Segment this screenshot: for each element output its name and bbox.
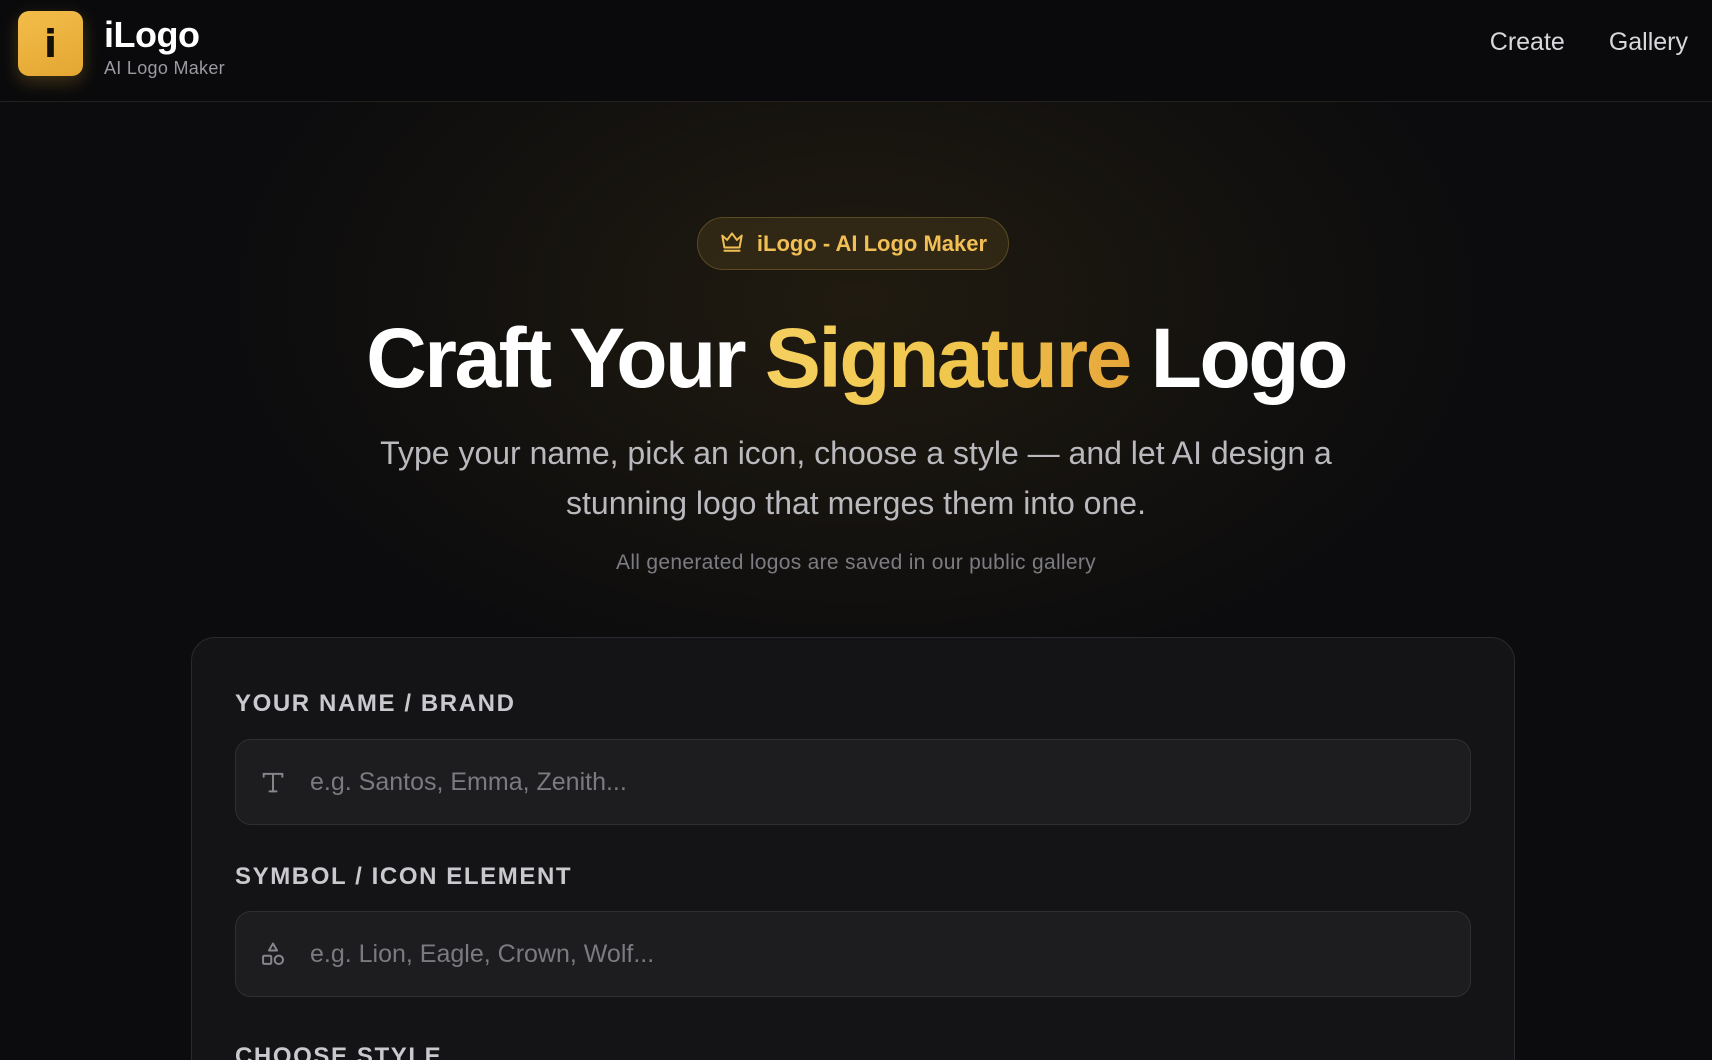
nav-create-link[interactable]: Create <box>1490 28 1565 57</box>
hero-title-part1: Craft Your <box>366 311 746 405</box>
logo-letter: i <box>43 21 58 66</box>
app-logo[interactable]: i <box>18 11 83 76</box>
nav-gallery-link[interactable]: Gallery <box>1609 28 1688 57</box>
shapes-icon <box>236 940 306 968</box>
top-header: i iLogo AI Logo Maker Create Gallery <box>0 0 1712 102</box>
name-field-label: YOUR NAME / BRAND <box>235 690 516 717</box>
name-input-wrapper[interactable] <box>235 739 1471 825</box>
symbol-input-wrapper[interactable] <box>235 911 1471 997</box>
badge-text: iLogo - AI Logo Maker <box>756 230 988 256</box>
app-title[interactable]: iLogo <box>104 14 200 56</box>
app-subtitle: AI Logo Maker <box>104 58 225 78</box>
hero-description: Type your name, pick an icon, choose a s… <box>380 435 1332 521</box>
page: i iLogo AI Logo Maker Create Gallery iLo… <box>0 0 1712 1060</box>
style-field-label: CHOOSE STYLE <box>235 1043 443 1060</box>
hero-title-accent: Signature <box>764 311 1132 405</box>
hero-title: Craft Your Signature Logo <box>0 310 1712 407</box>
symbol-field-label: SYMBOL / ICON ELEMENT <box>235 863 573 890</box>
hero-badge: iLogo - AI Logo Maker <box>697 217 1009 270</box>
text-icon <box>236 768 306 796</box>
symbol-input[interactable] <box>306 912 1470 996</box>
gallery-note: All generated logos are saved in our pub… <box>616 551 1096 574</box>
hero-title-part2: Logo <box>1150 311 1349 405</box>
name-input[interactable] <box>306 740 1470 824</box>
crown-icon <box>719 228 745 260</box>
main-nav: Create Gallery <box>1490 28 1688 57</box>
